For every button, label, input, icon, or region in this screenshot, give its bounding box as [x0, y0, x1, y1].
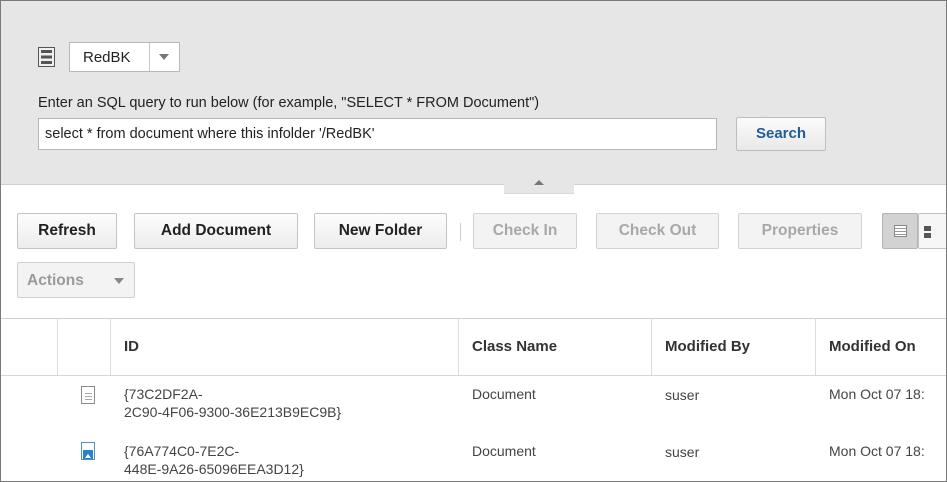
collapse-panel-handle[interactable] [504, 180, 574, 194]
properties-button[interactable]: Properties [738, 213, 862, 249]
column-header-class-name[interactable]: Class Name [459, 319, 652, 375]
repository-icon [38, 47, 55, 67]
table-row[interactable]: {76A774C0-7E2C- 448E-9A26-65096EEA3D12} … [1, 432, 946, 477]
actions-label: Actions [27, 272, 84, 289]
header-select-cell[interactable] [1, 319, 58, 375]
check-in-button[interactable]: Check In [473, 213, 577, 249]
thumbnail-view-button[interactable] [918, 213, 946, 249]
query-input[interactable]: select * from document where this infold… [38, 118, 717, 150]
repository-select-divider [149, 43, 150, 71]
image-document-icon [81, 442, 95, 460]
row-id-line2: 448E-9A26-65096EEA3D12} [124, 461, 304, 477]
collapse-arrow-icon[interactable] [534, 180, 544, 185]
check-out-button[interactable]: Check Out [596, 213, 719, 249]
row-id-line2: 2C90-4F06-9300-36E213B9EC9B} [124, 404, 342, 420]
query-panel: RedBK Enter an SQL query to run below (f… [1, 1, 946, 185]
column-header-label: ID [124, 338, 139, 355]
column-header-label: Modified On [829, 338, 916, 355]
column-header-label: Modified By [665, 338, 750, 355]
header-icon-cell [58, 319, 111, 375]
column-header-modified-on[interactable]: Modified On [816, 319, 946, 375]
thumbnail-view-icon [924, 226, 931, 238]
row-modified-by: suser [665, 444, 700, 460]
row-modified-by: suser [665, 387, 700, 403]
query-instructions: Enter an SQL query to run below (for exa… [38, 95, 540, 111]
column-header-label: Class Name [472, 338, 558, 355]
chevron-down-icon[interactable] [159, 54, 169, 60]
row-id-line1: {73C2DF2A- [124, 386, 203, 402]
row-class-name: Document [472, 386, 536, 402]
grid-header: ID Class Name Modified By Modified On [1, 318, 946, 376]
search-button[interactable]: Search [736, 117, 826, 151]
row-class-name: Document [472, 443, 536, 459]
actions-menu-button[interactable]: Actions [17, 262, 135, 298]
column-header-modified-by[interactable]: Modified By [652, 319, 816, 375]
add-document-button[interactable]: Add Document [134, 213, 298, 249]
document-icon [81, 386, 95, 404]
search-window: RedBK Enter an SQL query to run below (f… [0, 0, 947, 482]
row-modified-on: Mon Oct 07 18: [829, 443, 925, 459]
repository-select[interactable]: RedBK [69, 42, 180, 72]
new-folder-button[interactable]: New Folder [314, 213, 447, 249]
chevron-down-icon [114, 278, 124, 284]
refresh-button[interactable]: Refresh [17, 213, 117, 249]
list-view-button[interactable] [882, 213, 918, 249]
row-modified-on: Mon Oct 07 18: [829, 386, 925, 402]
row-id-line1: {76A774C0-7E2C- [124, 443, 240, 459]
toolbar-divider [460, 223, 461, 241]
repository-name: RedBK [83, 49, 131, 66]
list-view-icon [894, 225, 907, 237]
column-header-id[interactable]: ID [111, 319, 459, 375]
table-row[interactable]: {73C2DF2A- 2C90-4F06-9300-36E213B9EC9B} … [1, 375, 946, 420]
